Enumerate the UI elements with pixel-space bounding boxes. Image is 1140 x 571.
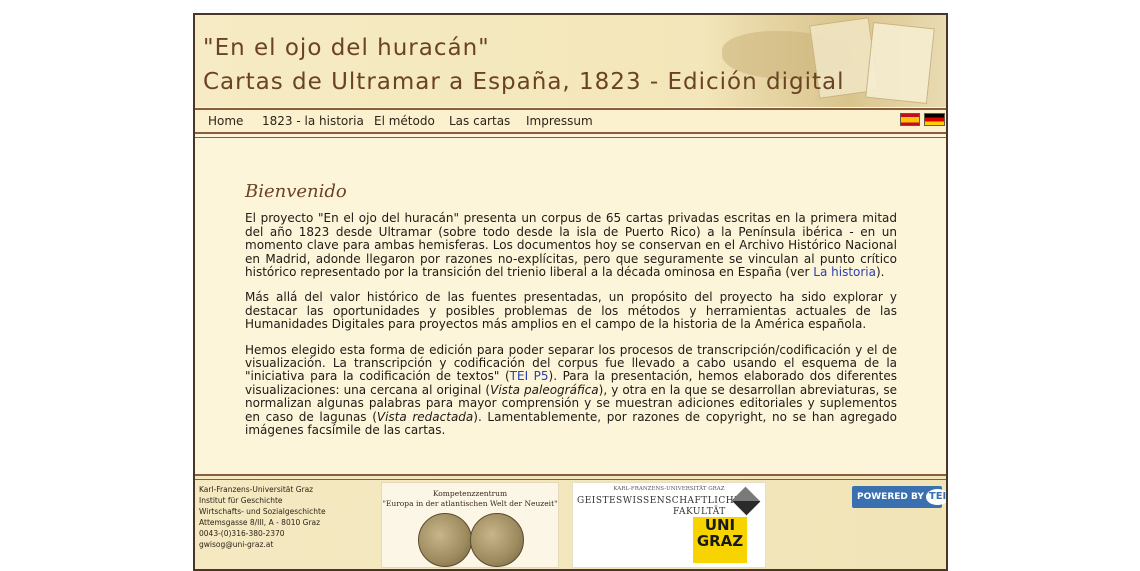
faculty-logo[interactable]: KARL-FRANZENS-UNIVERSITÄT GRAZ GEISTESWI…: [572, 482, 766, 568]
letter-image: [865, 21, 935, 105]
page-frame: "En el ojo del huracán" Cartas de Ultram…: [193, 13, 948, 571]
nav-cartas[interactable]: Las cartas: [449, 114, 510, 128]
uni-word: UNI: [704, 516, 736, 534]
main-navigation: Home 1823 - la historia El método Las ca…: [195, 108, 946, 138]
purpose-paragraph: Más allá del valor histórico de las fuen…: [245, 290, 897, 332]
kompetenz-line: "Europa in der atlantischen Welt der Neu…: [382, 499, 558, 508]
address-line: 0043-(0)316-380-2370: [199, 529, 285, 538]
site-title: "En el ojo del huracán": [203, 35, 490, 61]
institution-address: Karl-Franzens-Universität Graz Institut …: [199, 484, 326, 550]
address-line: Wirtschafts- und Sozialgeschichte: [199, 507, 326, 516]
address-line: Karl-Franzens-Universität Graz: [199, 485, 314, 494]
nav-metodo[interactable]: El método: [374, 114, 435, 128]
edition-paragraph: Hemos elegido esta forma de edición para…: [245, 343, 897, 438]
kompetenzzentrum-logo[interactable]: Kompetenzzentrum "Europa in der atlantis…: [381, 482, 559, 568]
vista-redactada-term: Vista redactada: [376, 409, 474, 424]
vista-paleografica-term: Vista paleográfica: [490, 382, 599, 397]
tei-icon: TEI: [925, 489, 946, 505]
page-heading: Bienvenido: [245, 181, 347, 202]
university-name: KARL-FRANZENS-UNIVERSITÄT GRAZ: [613, 486, 725, 492]
flag-spain-icon[interactable]: [900, 113, 920, 126]
graz-word: GRAZ: [696, 532, 744, 550]
kompetenz-line: Kompetenzzentrum: [432, 489, 508, 498]
nav-home[interactable]: Home: [208, 114, 243, 128]
paragraph-text: El proyecto "En el ojo del huracán" pres…: [245, 211, 897, 280]
tei-p5-link[interactable]: TEI P5: [510, 369, 549, 383]
nav-historia[interactable]: 1823 - la historia: [262, 114, 364, 128]
address-line: Attemsgasse 8/III, A - 8010 Graz: [199, 518, 321, 527]
address-line: Institut für Geschichte: [199, 496, 283, 505]
historia-link[interactable]: La historia: [813, 265, 876, 279]
globe-icon: [470, 513, 524, 567]
site-footer: Karl-Franzens-Universität Graz Institut …: [195, 474, 946, 569]
paragraph-text: ).: [876, 265, 885, 280]
site-subtitle: Cartas de Ultramar a España, 1823 - Edic…: [203, 69, 845, 95]
site-header: "En el ojo del huracán" Cartas de Ultram…: [195, 15, 946, 107]
kompetenz-text: Kompetenzzentrum "Europa in der atlantis…: [382, 489, 558, 509]
faculty-name: GEISTESWISSENSCHAFTLICHE: [577, 496, 742, 506]
tei-label: POWERED BY: [857, 492, 924, 502]
main-content: Bienvenido El proyecto "En el ojo del hu…: [245, 181, 897, 450]
flag-germany-icon[interactable]: [924, 113, 945, 126]
address-email[interactable]: gwisog@uni-graz.at: [199, 539, 326, 550]
globe-icon: [418, 513, 472, 567]
powered-by-tei-badge[interactable]: POWERED BY TEI: [852, 486, 946, 508]
intro-paragraph: El proyecto "En el ojo del huracán" pres…: [245, 212, 897, 279]
uni-graz-logo: UNI GRAZ: [693, 517, 747, 563]
nav-impressum[interactable]: Impressum: [526, 114, 593, 128]
